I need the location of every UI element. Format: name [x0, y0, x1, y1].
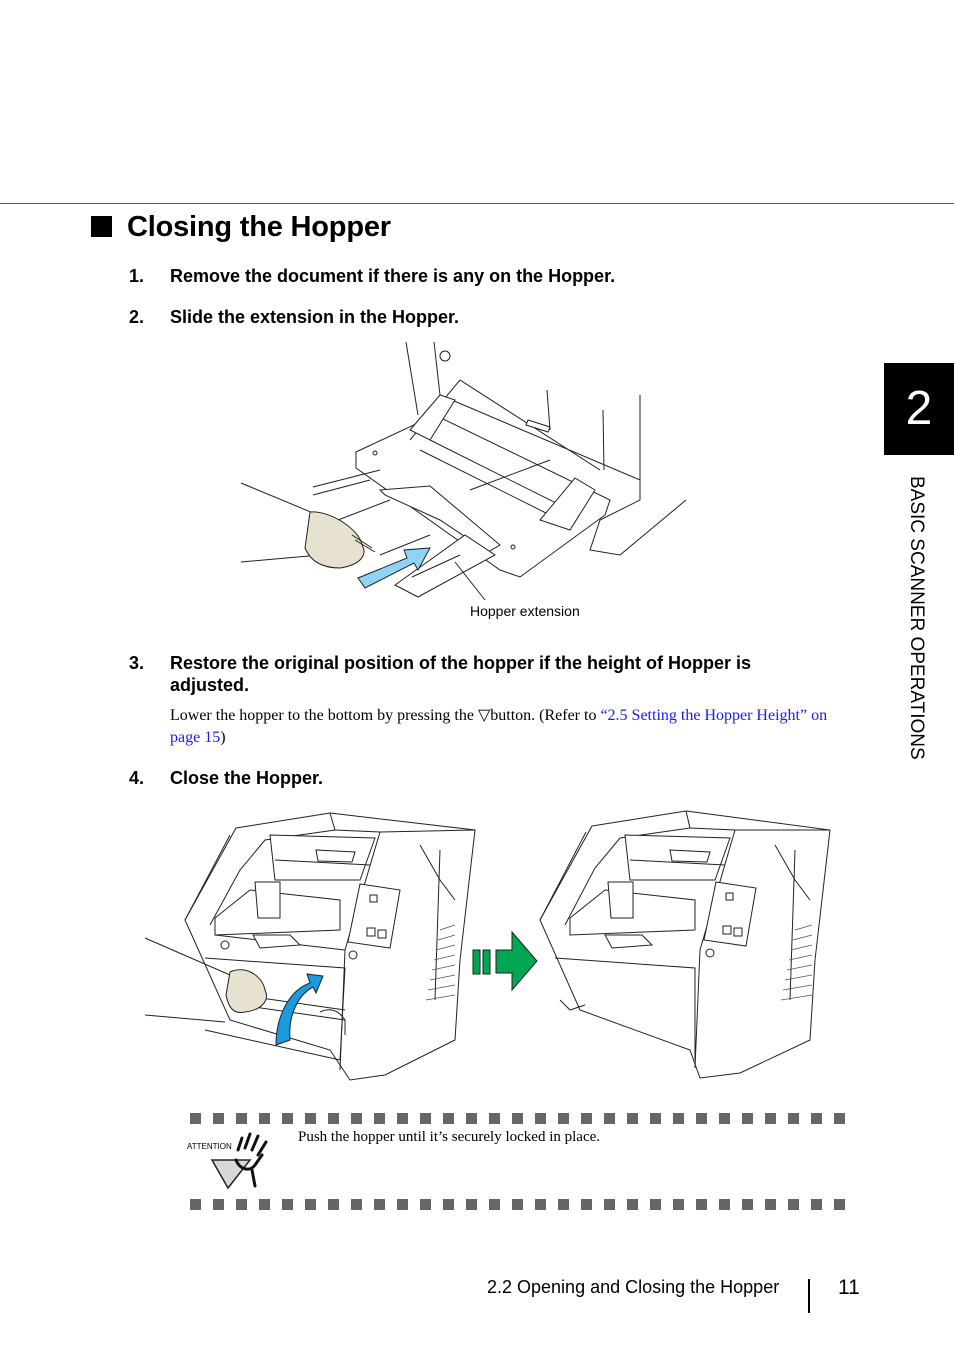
- page-number: 11: [838, 1276, 860, 1299]
- attention-text: Push the hopper until it’s securely lock…: [298, 1129, 601, 1145]
- footer-section-title: 2.2 Opening and Closing the Hopper: [487, 1277, 780, 1297]
- chapter-tab: 2: [884, 363, 954, 455]
- attention-hand-icon: [210, 1132, 268, 1190]
- footer-divider: [808, 1279, 810, 1313]
- chapter-title: BASIC SCANNER OPERATIONS: [906, 476, 927, 760]
